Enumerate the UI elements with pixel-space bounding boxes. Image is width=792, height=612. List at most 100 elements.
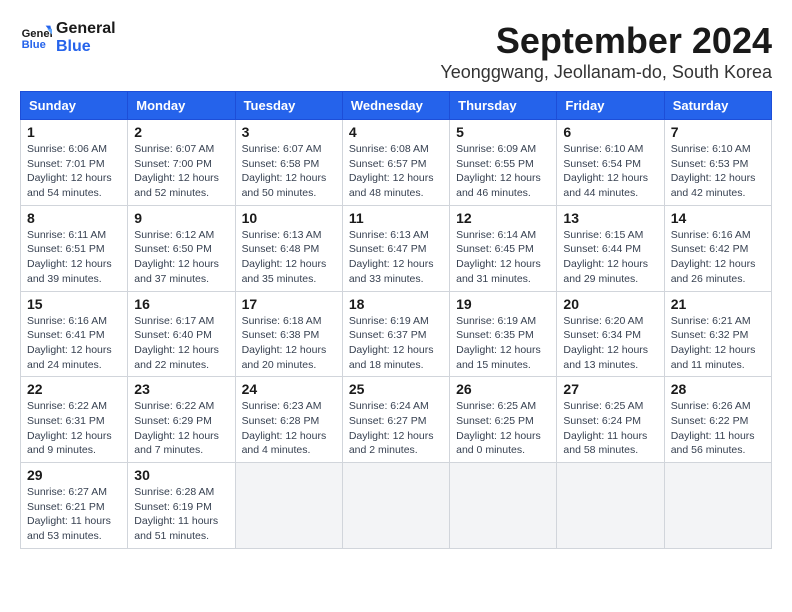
header-row: Sunday Monday Tuesday Wednesday Thursday… bbox=[21, 92, 772, 120]
col-thursday: Thursday bbox=[450, 92, 557, 120]
day-number: 17 bbox=[242, 296, 336, 312]
day-info: Sunrise: 6:12 AM Sunset: 6:50 PM Dayligh… bbox=[134, 228, 228, 287]
day-number: 3 bbox=[242, 124, 336, 140]
day-info: Sunrise: 6:19 AM Sunset: 6:35 PM Dayligh… bbox=[456, 314, 550, 373]
day-info: Sunrise: 6:20 AM Sunset: 6:34 PM Dayligh… bbox=[563, 314, 657, 373]
calendar-cell bbox=[450, 463, 557, 549]
calendar-week-1: 1 Sunrise: 6:06 AM Sunset: 7:01 PM Daylig… bbox=[21, 120, 772, 206]
day-info: Sunrise: 6:24 AM Sunset: 6:27 PM Dayligh… bbox=[349, 399, 443, 458]
day-number: 23 bbox=[134, 381, 228, 397]
svg-text:General: General bbox=[22, 28, 52, 40]
day-number: 12 bbox=[456, 210, 550, 226]
month-title: September 2024 bbox=[440, 20, 772, 62]
day-number: 29 bbox=[27, 467, 121, 483]
calendar-cell: 1 Sunrise: 6:06 AM Sunset: 7:01 PM Daylig… bbox=[21, 120, 128, 206]
calendar-week-3: 15 Sunrise: 6:16 AM Sunset: 6:41 PM Dayli… bbox=[21, 291, 772, 377]
calendar-cell: 8Sunrise: 6:11 AM Sunset: 6:51 PM Daylig… bbox=[21, 205, 128, 291]
day-number: 10 bbox=[242, 210, 336, 226]
day-info: Sunrise: 6:08 AM Sunset: 6:57 PM Dayligh… bbox=[349, 142, 443, 201]
calendar-cell: 7 Sunrise: 6:10 AM Sunset: 6:53 PM Daylig… bbox=[664, 120, 771, 206]
calendar-cell: 25 Sunrise: 6:24 AM Sunset: 6:27 PM Dayli… bbox=[342, 377, 449, 463]
col-sunday: Sunday bbox=[21, 92, 128, 120]
calendar-cell: 12 Sunrise: 6:14 AM Sunset: 6:45 PM Dayli… bbox=[450, 205, 557, 291]
calendar-cell: 23 Sunrise: 6:22 AM Sunset: 6:29 PM Dayli… bbox=[128, 377, 235, 463]
calendar-cell bbox=[235, 463, 342, 549]
day-info: Sunrise: 6:19 AM Sunset: 6:37 PM Dayligh… bbox=[349, 314, 443, 373]
day-number: 13 bbox=[563, 210, 657, 226]
day-info: Sunrise: 6:28 AM Sunset: 6:19 PM Dayligh… bbox=[134, 485, 228, 544]
calendar-cell: 18 Sunrise: 6:19 AM Sunset: 6:37 PM Dayli… bbox=[342, 291, 449, 377]
location-title: Yeonggwang, Jeollanam-do, South Korea bbox=[440, 62, 772, 83]
calendar-cell: 3 Sunrise: 6:07 AM Sunset: 6:58 PM Daylig… bbox=[235, 120, 342, 206]
col-friday: Friday bbox=[557, 92, 664, 120]
day-number: 7 bbox=[671, 124, 765, 140]
day-number: 16 bbox=[134, 296, 228, 312]
day-info: Sunrise: 6:07 AM Sunset: 6:58 PM Dayligh… bbox=[242, 142, 336, 201]
day-info: Sunrise: 6:23 AM Sunset: 6:28 PM Dayligh… bbox=[242, 399, 336, 458]
day-number: 22 bbox=[27, 381, 121, 397]
calendar-cell: 17Sunrise: 6:18 AM Sunset: 6:38 PM Dayli… bbox=[235, 291, 342, 377]
logo-line1: General bbox=[56, 20, 116, 38]
col-saturday: Saturday bbox=[664, 92, 771, 120]
calendar-cell: 27 Sunrise: 6:25 AM Sunset: 6:24 PM Dayli… bbox=[557, 377, 664, 463]
calendar-cell: 20 Sunrise: 6:20 AM Sunset: 6:34 PM Dayli… bbox=[557, 291, 664, 377]
day-number: 6 bbox=[563, 124, 657, 140]
day-number: 18 bbox=[349, 296, 443, 312]
day-info: Sunrise: 6:17 AM Sunset: 6:40 PM Dayligh… bbox=[134, 314, 228, 373]
day-info: Sunrise: 6:13 AM Sunset: 6:48 PM Dayligh… bbox=[242, 228, 336, 287]
day-number: 2 bbox=[134, 124, 228, 140]
logo-icon: General Blue bbox=[20, 24, 52, 52]
col-wednesday: Wednesday bbox=[342, 92, 449, 120]
day-number: 27 bbox=[563, 381, 657, 397]
day-number: 15 bbox=[27, 296, 121, 312]
day-number: 9 bbox=[134, 210, 228, 226]
day-number: 19 bbox=[456, 296, 550, 312]
day-number: 24 bbox=[242, 381, 336, 397]
logo-line2: Blue bbox=[56, 38, 116, 56]
title-section: September 2024 Yeonggwang, Jeollanam-do,… bbox=[440, 20, 772, 83]
calendar-cell: 30 Sunrise: 6:28 AM Sunset: 6:19 PM Dayli… bbox=[128, 463, 235, 549]
day-number: 30 bbox=[134, 467, 228, 483]
svg-text:Blue: Blue bbox=[22, 39, 46, 51]
day-info: Sunrise: 6:15 AM Sunset: 6:44 PM Dayligh… bbox=[563, 228, 657, 287]
day-info: Sunrise: 6:25 AM Sunset: 6:25 PM Dayligh… bbox=[456, 399, 550, 458]
calendar-cell bbox=[664, 463, 771, 549]
day-info: Sunrise: 6:09 AM Sunset: 6:55 PM Dayligh… bbox=[456, 142, 550, 201]
day-info: Sunrise: 6:16 AM Sunset: 6:41 PM Dayligh… bbox=[27, 314, 121, 373]
day-info: Sunrise: 6:22 AM Sunset: 6:29 PM Dayligh… bbox=[134, 399, 228, 458]
day-info: Sunrise: 6:21 AM Sunset: 6:32 PM Dayligh… bbox=[671, 314, 765, 373]
calendar-week-2: 8Sunrise: 6:11 AM Sunset: 6:51 PM Daylig… bbox=[21, 205, 772, 291]
day-number: 20 bbox=[563, 296, 657, 312]
logo: General Blue General Blue bbox=[20, 20, 116, 56]
calendar-cell: 5 Sunrise: 6:09 AM Sunset: 6:55 PM Daylig… bbox=[450, 120, 557, 206]
header: General Blue General Blue September 2024… bbox=[20, 20, 772, 83]
calendar-table: Sunday Monday Tuesday Wednesday Thursday… bbox=[20, 91, 772, 549]
calendar-cell: 15 Sunrise: 6:16 AM Sunset: 6:41 PM Dayli… bbox=[21, 291, 128, 377]
day-number: 5 bbox=[456, 124, 550, 140]
day-number: 25 bbox=[349, 381, 443, 397]
calendar-cell bbox=[557, 463, 664, 549]
col-monday: Monday bbox=[128, 92, 235, 120]
day-number: 26 bbox=[456, 381, 550, 397]
calendar-cell: 22Sunrise: 6:22 AM Sunset: 6:31 PM Dayli… bbox=[21, 377, 128, 463]
day-number: 21 bbox=[671, 296, 765, 312]
day-info: Sunrise: 6:14 AM Sunset: 6:45 PM Dayligh… bbox=[456, 228, 550, 287]
day-number: 1 bbox=[27, 124, 121, 140]
day-info: Sunrise: 6:27 AM Sunset: 6:21 PM Dayligh… bbox=[27, 485, 121, 544]
day-info: Sunrise: 6:06 AM Sunset: 7:01 PM Dayligh… bbox=[27, 142, 121, 201]
day-info: Sunrise: 6:11 AM Sunset: 6:51 PM Dayligh… bbox=[27, 228, 121, 287]
day-info: Sunrise: 6:25 AM Sunset: 6:24 PM Dayligh… bbox=[563, 399, 657, 458]
calendar-week-5: 29 Sunrise: 6:27 AM Sunset: 6:21 PM Dayli… bbox=[21, 463, 772, 549]
calendar-week-4: 22Sunrise: 6:22 AM Sunset: 6:31 PM Dayli… bbox=[21, 377, 772, 463]
calendar-cell: 21 Sunrise: 6:21 AM Sunset: 6:32 PM Dayli… bbox=[664, 291, 771, 377]
day-info: Sunrise: 6:07 AM Sunset: 7:00 PM Dayligh… bbox=[134, 142, 228, 201]
day-info: Sunrise: 6:10 AM Sunset: 6:54 PM Dayligh… bbox=[563, 142, 657, 201]
day-number: 11 bbox=[349, 210, 443, 226]
calendar-cell: 13 Sunrise: 6:15 AM Sunset: 6:44 PM Dayli… bbox=[557, 205, 664, 291]
calendar-cell: 6 Sunrise: 6:10 AM Sunset: 6:54 PM Daylig… bbox=[557, 120, 664, 206]
calendar-cell bbox=[342, 463, 449, 549]
calendar-cell: 2 Sunrise: 6:07 AM Sunset: 7:00 PM Daylig… bbox=[128, 120, 235, 206]
day-info: Sunrise: 6:10 AM Sunset: 6:53 PM Dayligh… bbox=[671, 142, 765, 201]
day-info: Sunrise: 6:16 AM Sunset: 6:42 PM Dayligh… bbox=[671, 228, 765, 287]
calendar-cell: 10 Sunrise: 6:13 AM Sunset: 6:48 PM Dayli… bbox=[235, 205, 342, 291]
